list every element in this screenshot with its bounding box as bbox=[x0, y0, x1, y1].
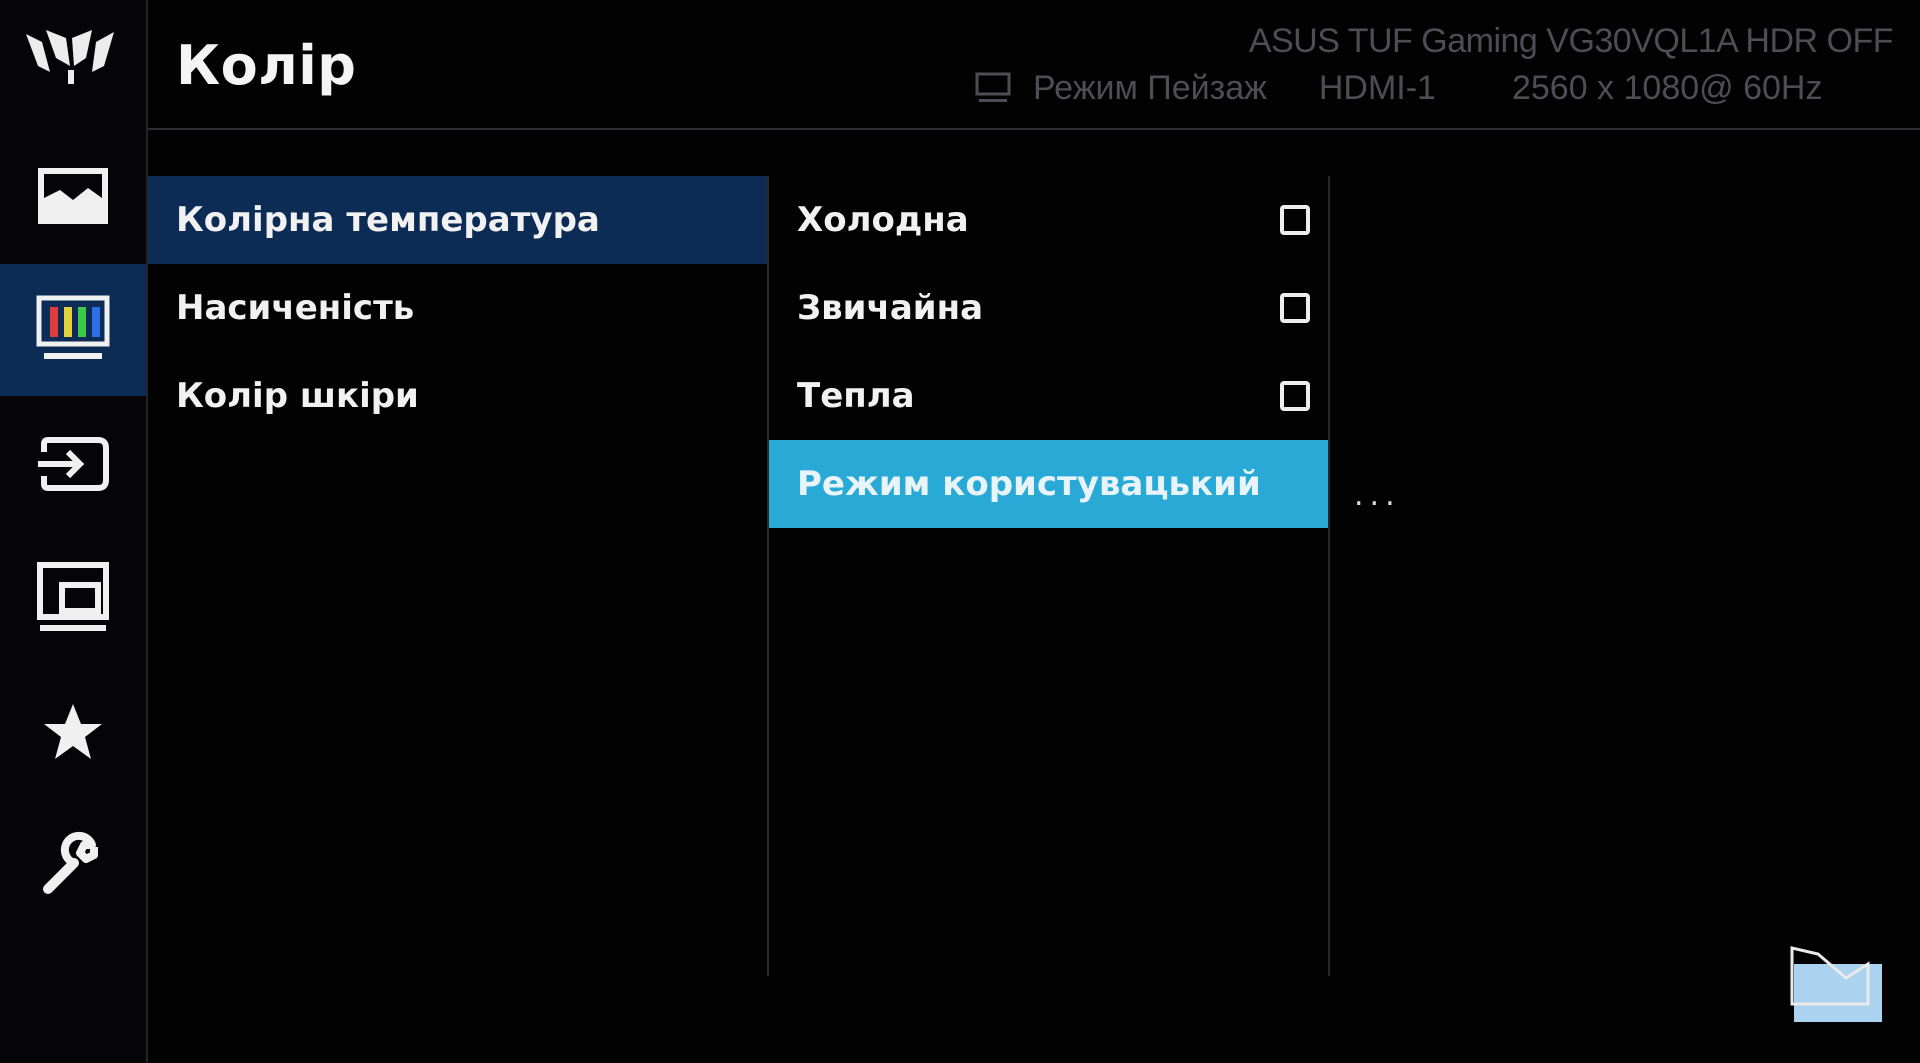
option-label: Звичайна bbox=[797, 288, 984, 328]
option-label: Режим користувацький bbox=[797, 464, 1261, 504]
menu-item-label: Насиченість bbox=[176, 288, 415, 328]
column-divider bbox=[1328, 176, 1330, 976]
header-divider bbox=[148, 128, 1920, 130]
sidebar-item-system[interactable] bbox=[0, 798, 146, 930]
sidebar-item-color[interactable] bbox=[0, 264, 146, 396]
menu-item-saturation[interactable]: Насиченість bbox=[148, 264, 768, 352]
pip-icon bbox=[37, 562, 109, 631]
input-source: HDMI-1 bbox=[1318, 68, 1436, 107]
menu-item-label: Колірна температура bbox=[176, 200, 600, 240]
page-title: Колір bbox=[176, 34, 357, 97]
watermark-logo-icon bbox=[1790, 946, 1882, 1022]
osd-screen: Колір ASUS TUF Gaming VG30VQL1A HDR OFF … bbox=[0, 0, 1920, 1063]
image-icon bbox=[38, 168, 108, 224]
submenu-more-indicator: ... bbox=[1354, 478, 1401, 513]
monitor-icon bbox=[975, 72, 1011, 102]
menu-item-skin-tone[interactable]: Колір шкіри bbox=[148, 352, 768, 440]
menu-item-color-temperature[interactable]: Колірна температура bbox=[148, 176, 768, 264]
wrench-icon bbox=[43, 831, 98, 894]
option-label: Холодна bbox=[797, 200, 969, 240]
preset-mode: Режим Пейзаж bbox=[1033, 68, 1267, 107]
sidebar bbox=[0, 0, 146, 1063]
color-bars-icon bbox=[36, 295, 110, 359]
tuf-logo-icon bbox=[26, 30, 114, 84]
sidebar-item-image[interactable] bbox=[0, 130, 146, 262]
model-info: ASUS TUF Gaming VG30VQL1A HDR OFF bbox=[1248, 22, 1894, 60]
sidebar-item-pip[interactable] bbox=[0, 532, 146, 664]
status-line: Режим Пейзаж HDMI-1 2560 x 1080@ 60Hz bbox=[975, 66, 1822, 110]
option-cool[interactable]: Холодна bbox=[769, 176, 1328, 264]
option-checkbox[interactable] bbox=[1280, 293, 1310, 323]
option-user-mode[interactable]: Режим користувацький bbox=[769, 440, 1328, 528]
option-checkbox[interactable] bbox=[1280, 205, 1310, 235]
input-select-icon bbox=[38, 437, 109, 491]
category-menu: Колірна температура Насиченість Колір шк… bbox=[148, 176, 768, 440]
sidebar-divider bbox=[146, 0, 148, 1063]
sidebar-item-favorites[interactable] bbox=[0, 666, 146, 798]
option-checkbox[interactable] bbox=[1280, 381, 1310, 411]
menu-item-label: Колір шкіри bbox=[176, 376, 419, 416]
option-normal[interactable]: Звичайна bbox=[769, 264, 1328, 352]
sidebar-item-input[interactable] bbox=[0, 398, 146, 530]
option-warm[interactable]: Тепла bbox=[769, 352, 1328, 440]
option-label: Тепла bbox=[797, 376, 915, 416]
option-menu: Холодна Звичайна Тепла Режим користуваць… bbox=[769, 176, 1328, 528]
resolution: 2560 x 1080@ 60Hz bbox=[1511, 68, 1823, 107]
star-icon bbox=[44, 704, 102, 759]
